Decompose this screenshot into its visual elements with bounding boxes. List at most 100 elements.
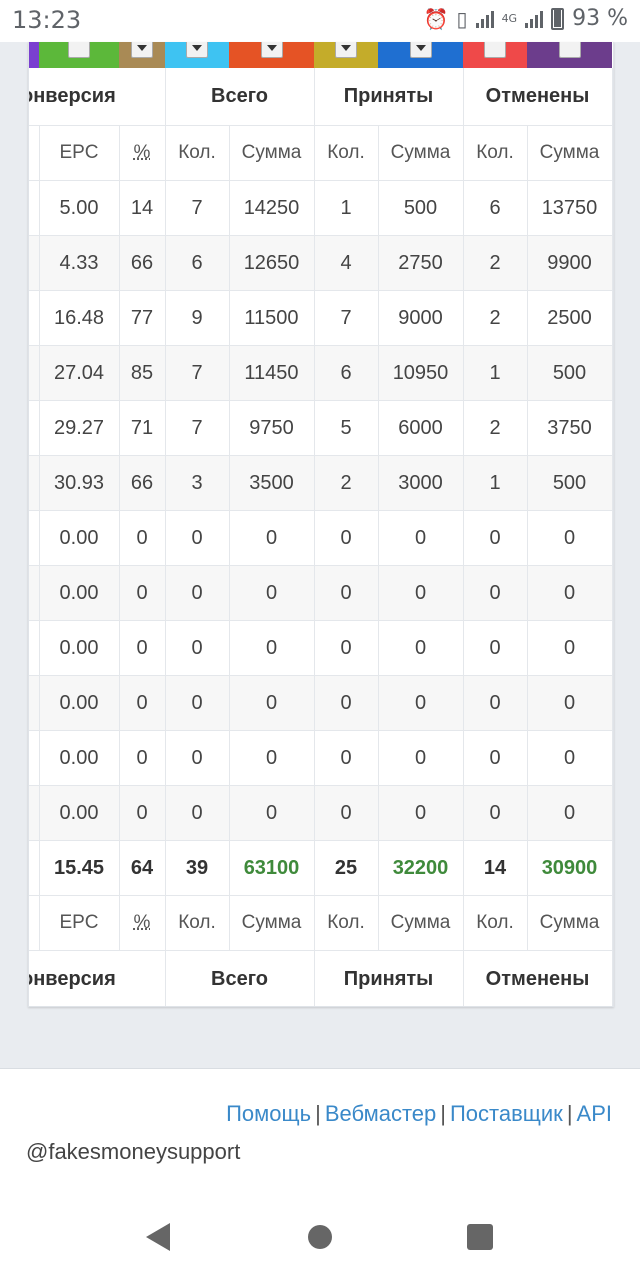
column-color-3 — [165, 42, 229, 68]
subheader-row: EPC % Кол. Сумма Кол. Сумма Кол. Сумма — [29, 125, 613, 181]
cell-canceled-count: 0 — [463, 565, 528, 621]
column-color-2 — [119, 42, 165, 68]
col-percent[interactable]: % — [119, 125, 166, 181]
cell-canceled-count: 0 — [463, 785, 528, 841]
col-percent[interactable]: % — [119, 895, 166, 951]
column-color-8 — [527, 42, 612, 68]
cell-accepted-sum: 500 — [378, 180, 464, 236]
column-color-0 — [29, 42, 39, 68]
cell-accepted-count[interactable]: 1 — [314, 180, 379, 236]
col-canceled-sum: Сумма — [527, 125, 613, 181]
cell-canceled-sum: 2500 — [527, 290, 613, 346]
column-color-strip — [29, 42, 612, 68]
cell-accepted-count: 0 — [314, 675, 379, 731]
recent-apps-icon[interactable] — [467, 1224, 493, 1250]
link-help[interactable]: Помощь — [226, 1101, 311, 1126]
cell-accepted-count[interactable]: 5 — [314, 400, 379, 456]
cell-total-count[interactable]: 3 — [165, 455, 230, 511]
link-supplier[interactable]: Поставщик — [450, 1101, 563, 1126]
column-toggle-checkbox[interactable] — [558, 42, 581, 58]
col-total-sum: Сумма — [229, 125, 315, 181]
cell-total-count[interactable]: 7 — [165, 180, 230, 236]
cell-total-count: 0 — [165, 565, 230, 621]
cell-accepted-sum: 9000 — [378, 290, 464, 346]
cell-accepted-count: 0 — [314, 785, 379, 841]
cell-canceled-sum: 0 — [527, 785, 613, 841]
column-toggle-checkbox[interactable] — [335, 42, 357, 58]
cell-canceled-count[interactable]: 6 — [463, 180, 528, 236]
link-webmaster[interactable]: Вебмастер — [325, 1101, 436, 1126]
table-row: 4.33 66 6 12650 4 2750 2 9900 — [29, 235, 613, 291]
stats-table: онверсия Всего Приняты Отменены EPC % Ко… — [29, 68, 613, 1006]
table-row: 30.93 66 3 3500 2 3000 1 500 — [29, 455, 613, 511]
col-total-count: Кол. — [165, 125, 230, 181]
accepted-count-total: 25 — [314, 840, 379, 896]
cell-total-count[interactable]: 7 — [165, 345, 230, 401]
column-toggle-checkbox[interactable] — [186, 42, 208, 58]
row-spacer — [29, 290, 40, 346]
column-toggle-checkbox[interactable] — [484, 42, 506, 58]
cell-total-sum: 11450 — [229, 345, 315, 401]
cell-canceled-sum: 0 — [527, 565, 613, 621]
col-total-count: Кол. — [165, 895, 230, 951]
cell-canceled-count[interactable]: 2 — [463, 290, 528, 346]
link-api[interactable]: API — [577, 1101, 612, 1126]
cell-total-count[interactable]: 7 — [165, 400, 230, 456]
vibrate-icon: ▯ — [456, 6, 468, 31]
col-canceled-count: Кол. — [463, 895, 528, 951]
table-row: 0.00 0 0 0 0 0 0 0 — [29, 675, 613, 731]
cell-accepted-count[interactable]: 7 — [314, 290, 379, 346]
totals-row: 15.45 64 39 63100 25 32200 14 30900 — [29, 840, 613, 896]
support-handle: @fakesmoneysupport — [26, 1139, 241, 1164]
cell-accepted-count[interactable]: 6 — [314, 345, 379, 401]
cell-total-sum: 12650 — [229, 235, 315, 291]
battery-icon — [551, 7, 565, 30]
cell-percent: 0 — [119, 675, 166, 731]
cell-epc: 0.00 — [39, 565, 120, 621]
group-conversion: онверсия — [29, 950, 166, 1006]
table-row: 16.48 77 9 11500 7 9000 2 2500 — [29, 290, 613, 346]
status-icons: ⏰ ▯ 4G 93 % — [424, 6, 628, 31]
cell-total-count: 0 — [165, 785, 230, 841]
cell-total-sum: 9750 — [229, 400, 315, 456]
row-spacer — [29, 400, 40, 456]
back-icon[interactable] — [146, 1223, 170, 1251]
status-time: 13:23 — [12, 6, 82, 34]
cell-accepted-count[interactable]: 2 — [314, 455, 379, 511]
cell-percent: 66 — [119, 235, 166, 291]
row-spacer — [29, 455, 40, 511]
row-spacer — [29, 510, 40, 566]
cell-accepted-count[interactable]: 4 — [314, 235, 379, 291]
column-toggle-checkbox[interactable] — [409, 42, 432, 58]
total-sum: 63100 — [229, 840, 315, 896]
group-canceled: Отменены — [463, 68, 613, 126]
table-row: 0.00 0 0 0 0 0 0 0 — [29, 510, 613, 566]
cell-accepted-count: 0 — [314, 620, 379, 676]
col-accepted-sum: Сумма — [378, 125, 464, 181]
total-epc: 15.45 — [39, 840, 120, 896]
cell-accepted-sum: 2750 — [378, 235, 464, 291]
home-icon[interactable] — [308, 1225, 332, 1249]
canceled-sum-total: 30900 — [527, 840, 613, 896]
group-header-row: онверсия Всего Приняты Отменены — [29, 68, 613, 126]
cell-total-count: 0 — [165, 510, 230, 566]
cell-canceled-count[interactable]: 2 — [463, 235, 528, 291]
cell-canceled-count[interactable]: 1 — [463, 345, 528, 401]
row-spacer — [29, 565, 40, 621]
cell-percent: 0 — [119, 510, 166, 566]
group-accepted: Приняты — [314, 950, 464, 1006]
column-color-6 — [378, 42, 463, 68]
cell-canceled-count: 0 — [463, 510, 528, 566]
link-separator: | — [566, 1101, 573, 1126]
group-header-row-bottom: онверсия Всего Приняты Отменены — [29, 950, 613, 1006]
cell-total-count[interactable]: 6 — [165, 235, 230, 291]
column-toggle-checkbox[interactable] — [68, 42, 90, 58]
cell-accepted-sum: 0 — [378, 785, 464, 841]
cell-canceled-count[interactable]: 1 — [463, 455, 528, 511]
column-toggle-checkbox[interactable] — [131, 42, 153, 58]
cell-total-count[interactable]: 9 — [165, 290, 230, 346]
link-separator: | — [440, 1101, 446, 1126]
col-epc: EPC — [39, 895, 120, 951]
column-toggle-checkbox[interactable] — [260, 42, 283, 58]
cell-canceled-count[interactable]: 2 — [463, 400, 528, 456]
